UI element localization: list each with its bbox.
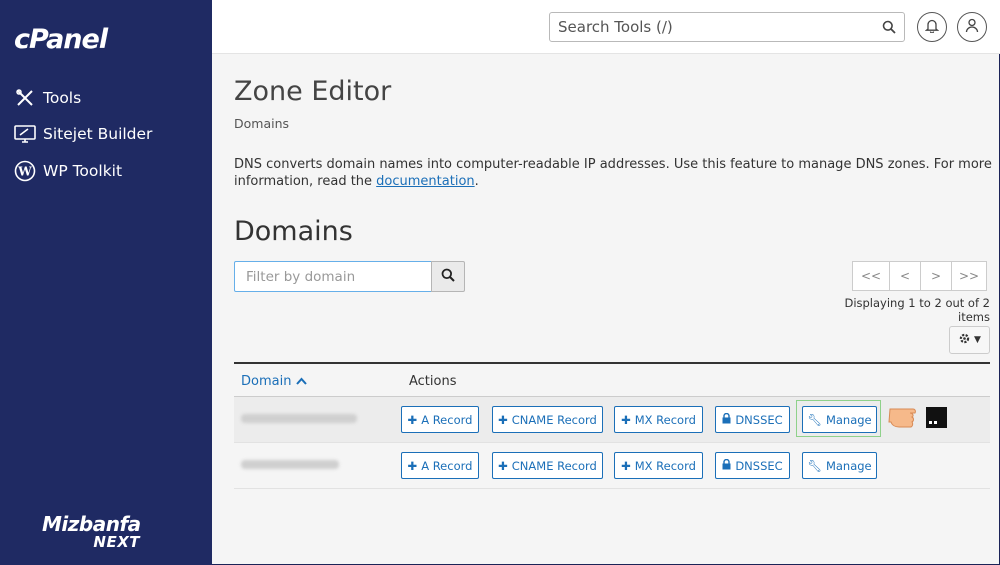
button-label: CNAME Record [511,412,597,427]
wordpress-icon: W [13,159,37,183]
plus-icon: ✚ [498,458,508,473]
sidebar-item-label: WP Toolkit [43,162,123,180]
add-mx-record-button[interactable]: ✚ MX Record [614,452,703,479]
sidebar: cPanel Tools Sitejet Builder W WP Toolki… [0,0,212,565]
domain-column-label: Domain [241,374,292,389]
plus-icon: ✚ [498,412,508,427]
button-label: MX Record [634,458,696,473]
filter-domain-input[interactable]: Filter by domain [234,261,432,292]
filter-search-button[interactable] [431,261,465,292]
button-label: DNSSEC [735,412,783,427]
svg-text:W: W [17,165,32,179]
pager-prev-button[interactable]: < [889,261,921,291]
search-icon [441,267,455,286]
lock-icon [722,412,731,427]
pagination: << < > >> [852,261,987,291]
search-tools-input[interactable]: Search Tools (/) [549,12,905,42]
table-header: Domain Actions [234,362,990,397]
button-label: CNAME Record [511,458,597,473]
button-label: Manage [825,412,872,427]
manage-button[interactable]: 🔧︎ Manage [802,406,877,433]
manage-button[interactable]: 🔧︎ Manage [802,452,877,479]
documentation-link[interactable]: documentation [376,174,474,189]
add-cname-record-button[interactable]: ✚ CNAME Record [492,406,603,433]
domains-table: Domain Actions ✚ A Record ✚ CNAME Record ✚… [234,362,990,489]
search-tools-placeholder: Search Tools (/) [558,18,673,36]
user-icon [965,18,979,37]
brand-suffix: NEXT [93,533,140,551]
sidebar-item-label: Sitejet Builder [43,125,153,143]
plus-icon: ✚ [621,458,631,473]
sidebar-item-label: Tools [43,89,82,107]
domain-name-redacted [241,414,357,423]
gear-icon [958,332,971,348]
pager-first-button[interactable]: << [852,261,890,291]
button-label: MX Record [634,412,696,427]
sidebar-item-tools[interactable]: Tools [13,86,81,110]
button-label: A Record [421,412,473,427]
add-cname-record-button[interactable]: ✚ CNAME Record [492,452,603,479]
tools-icon [13,86,37,110]
dnssec-button[interactable]: DNSSEC [715,452,790,479]
dnssec-button[interactable]: DNSSEC [715,406,790,433]
caret-down-icon: ▼ [974,335,981,345]
page-description: DNS converts domain names into computer-… [234,156,994,190]
button-label: A Record [421,458,473,473]
description-text: DNS converts domain names into computer-… [234,157,992,189]
breadcrumb: Domains [234,116,290,131]
sidebar-item-sitejet[interactable]: Sitejet Builder [13,122,152,146]
add-a-record-button[interactable]: ✚ A Record [401,406,479,433]
lock-icon [722,458,731,473]
sort-asc-icon [295,374,307,389]
wrench-icon: 🔧︎ [807,458,822,473]
page-title: Zone Editor [234,76,392,107]
bell-icon [924,18,940,37]
section-title: Domains [234,216,353,247]
pager-next-button[interactable]: > [920,261,952,291]
brand-name: Mizbanfa [42,512,141,536]
pointing-hand-icon [888,400,950,438]
actions-column-header: Actions [409,374,457,389]
sitejet-monitor-icon [13,122,37,146]
displaying-count: Displaying 1 to 2 out of 2 items [844,296,990,324]
table-row: ✚ A Record ✚ CNAME Record ✚ MX Record DNSSE… [234,397,990,443]
domain-column-header[interactable]: Domain [241,374,307,389]
settings-dropdown-button[interactable]: ▼ [949,326,990,354]
wrench-icon: 🔧︎ [807,412,822,427]
domain-name-redacted [241,460,339,469]
cpanel-logo[interactable]: cPanel [14,24,108,55]
plus-icon: ✚ [407,458,418,473]
top-bar: Search Tools (/) [212,0,1000,54]
pager-last-button[interactable]: >> [951,261,987,291]
plus-icon: ✚ [407,412,418,427]
button-label: Manage [825,458,872,473]
sidebar-item-wp-toolkit[interactable]: W WP Toolkit [13,159,122,183]
filter-placeholder: Filter by domain [246,268,356,285]
add-a-record-button[interactable]: ✚ A Record [401,452,479,479]
plus-icon: ✚ [621,412,631,427]
add-mx-record-button[interactable]: ✚ MX Record [614,406,703,433]
description-end: . [474,174,479,189]
notifications-button[interactable] [917,12,947,42]
table-row: ✚ A Record ✚ CNAME Record ✚ MX Record DNSSE… [234,443,990,489]
button-label: DNSSEC [735,458,783,473]
mizbanfa-brand-logo: Mizbanfa NEXT [42,514,152,550]
user-menu-button[interactable] [957,12,987,42]
search-icon [882,20,896,38]
